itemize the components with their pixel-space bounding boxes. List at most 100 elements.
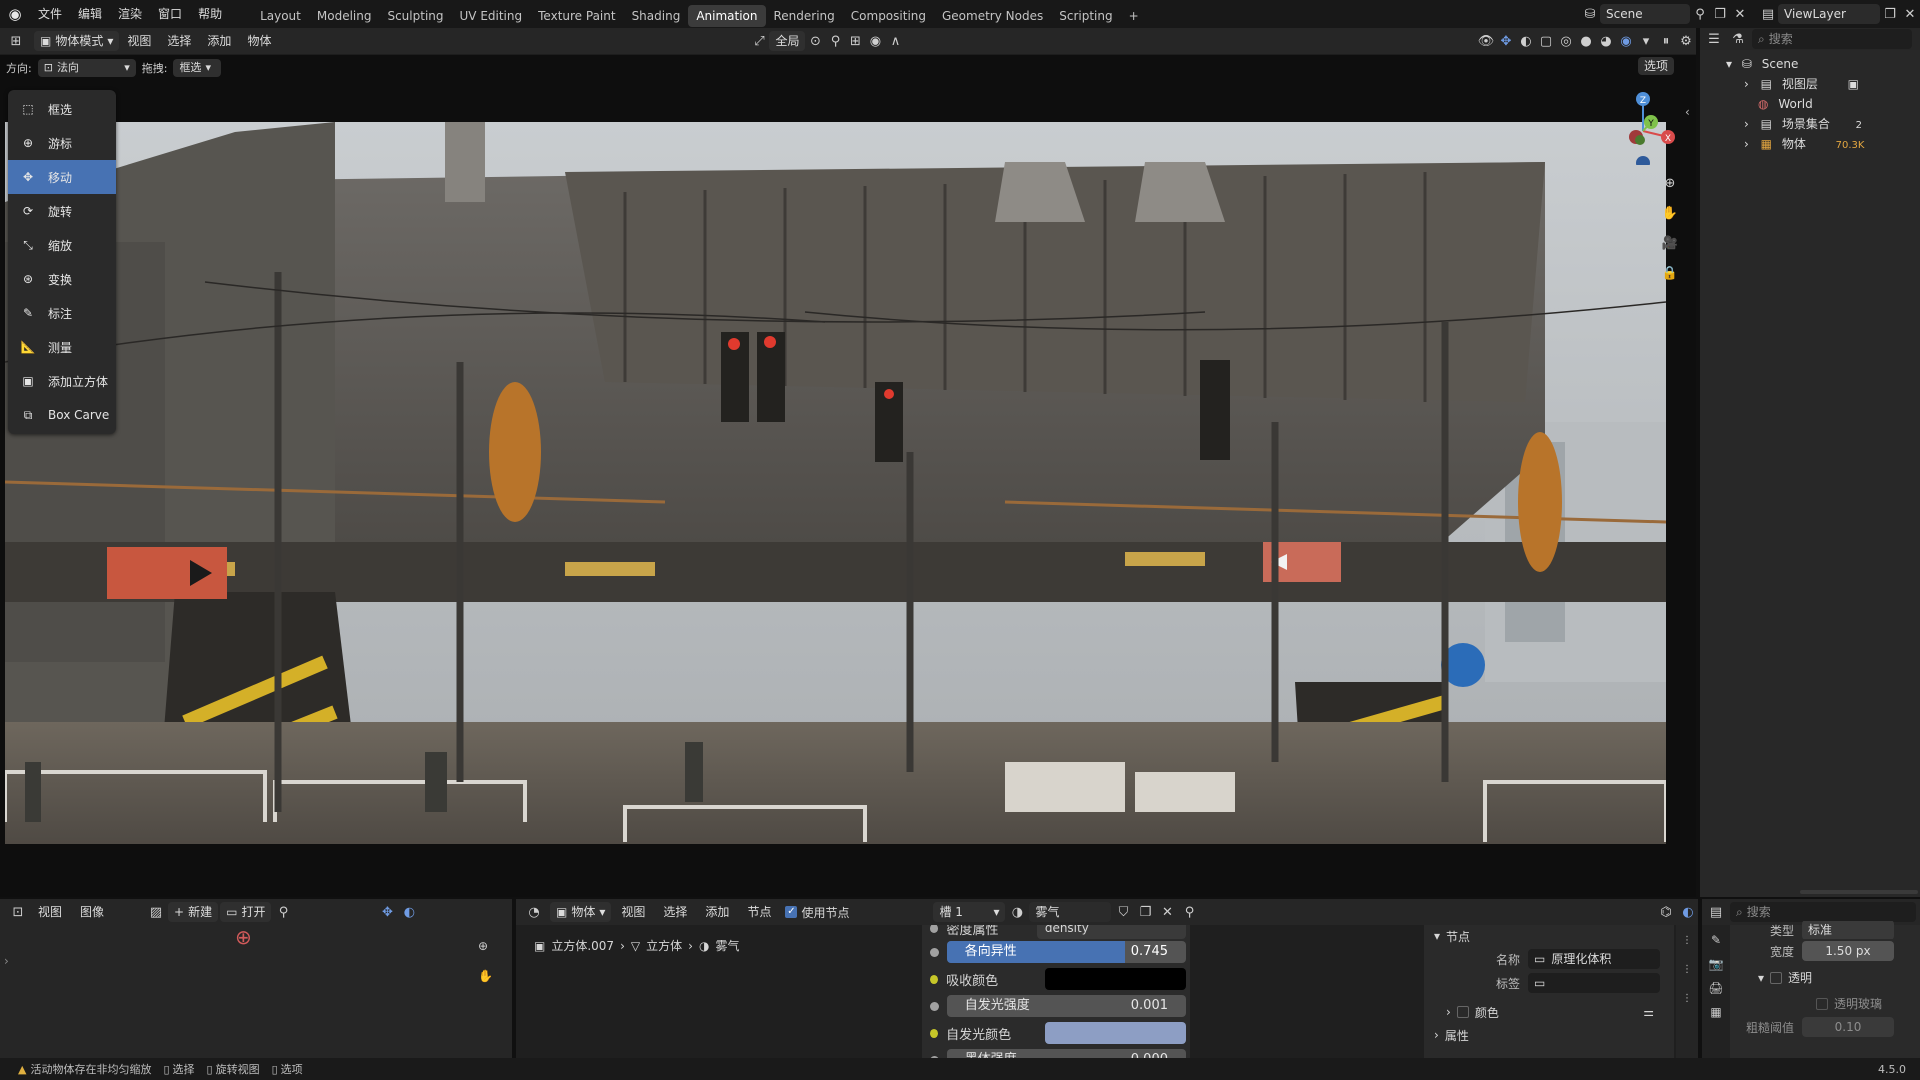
- material-name-field[interactable]: 雾气: [1029, 902, 1112, 922]
- breadcrumb-material[interactable]: 雾气: [715, 937, 739, 954]
- transparent-section-header[interactable]: ▾ 透明: [1758, 969, 1812, 986]
- properties-editor-icon[interactable]: ▤: [1706, 902, 1726, 922]
- roughness-threshold-field[interactable]: 0.10: [1802, 1017, 1894, 1037]
- add-workspace-button[interactable]: +: [1121, 5, 1147, 27]
- snap-icon[interactable]: ⌬: [1656, 902, 1676, 922]
- tab-geometry-nodes[interactable]: Geometry Nodes: [934, 5, 1051, 27]
- emission-color-swatch[interactable]: [1045, 1022, 1186, 1044]
- navigation-gizmo[interactable]: Z Y X: [1600, 85, 1680, 170]
- viewport-menu-object[interactable]: 物体: [239, 27, 279, 55]
- socket-icon[interactable]: [930, 1028, 939, 1038]
- menu-window[interactable]: 窗口: [150, 0, 190, 28]
- gizmo-toggle-icon[interactable]: ✥: [1496, 31, 1516, 51]
- shading-rendered-icon[interactable]: ◉: [1616, 31, 1636, 51]
- outliner-search[interactable]: ⌕ 搜索: [1752, 29, 1912, 49]
- node-menu-view[interactable]: 视图: [613, 898, 653, 926]
- viewport-menu-select[interactable]: 选择: [159, 27, 199, 55]
- shading-options-icon[interactable]: ▾: [1636, 31, 1656, 51]
- tab-node-icon[interactable]: ⋮: [1682, 935, 1692, 946]
- overlay-toggle-icon[interactable]: ◐: [1678, 902, 1698, 922]
- display-mode-icon[interactable]: ⚗: [1728, 29, 1748, 49]
- node-label-field[interactable]: ▭: [1528, 973, 1660, 993]
- pan-hand-icon[interactable]: ✋: [478, 969, 493, 983]
- socket-icon[interactable]: [930, 925, 939, 933]
- image-menu-view[interactable]: 视图: [30, 898, 70, 926]
- socket-icon[interactable]: [930, 974, 939, 984]
- tab-layout[interactable]: Layout: [252, 5, 309, 27]
- material-browse-icon[interactable]: ◑: [1007, 902, 1027, 922]
- zoom-icon[interactable]: ⊕: [478, 939, 488, 953]
- emission-strength-slider[interactable]: 自发光强度 0.001: [946, 995, 1186, 1017]
- pivot-point-icon[interactable]: ⊙: [805, 31, 825, 51]
- snap-target-icon[interactable]: ⊞: [845, 31, 865, 51]
- new-view-layer-icon[interactable]: ❐: [1880, 4, 1900, 24]
- scene-name-field[interactable]: Scene: [1600, 4, 1690, 24]
- proportional-edit-icon[interactable]: ◉: [865, 31, 885, 51]
- collapse-sidebar-icon[interactable]: ‹: [1685, 105, 1690, 119]
- anisotropy-slider[interactable]: 各向异性 0.745: [946, 941, 1186, 963]
- checkbox[interactable]: [1456, 1006, 1469, 1018]
- shading-wireframe-icon[interactable]: ◎: [1556, 31, 1576, 51]
- view-layer-icon[interactable]: ▤: [1758, 4, 1778, 24]
- outliner-row-scene[interactable]: ▾ ⛁ Scene: [1726, 54, 1798, 74]
- material-slot-dropdown[interactable]: 槽 1 ▾: [933, 902, 1006, 922]
- node-editor-type-icon[interactable]: ◔: [524, 902, 544, 922]
- principled-volume-node[interactable]: 密度属性 density 各向异性 0.745 吸收颜色 自发光强度 0.001: [922, 925, 1190, 1058]
- camera-icon[interactable]: 🎥: [1660, 233, 1680, 253]
- node-menu-select[interactable]: 选择: [655, 898, 695, 926]
- pin-icon[interactable]: ⚲: [273, 902, 293, 922]
- color-section-header[interactable]: › 颜色 ⚌: [1424, 999, 1674, 1025]
- delete-scene-icon[interactable]: ✕: [1730, 4, 1750, 24]
- shading-material-icon[interactable]: ◕: [1596, 31, 1616, 51]
- socket-icon[interactable]: [930, 947, 939, 957]
- tab-compositing[interactable]: Compositing: [843, 5, 934, 27]
- menu-render[interactable]: 渲染: [110, 0, 150, 28]
- drag-dropdown[interactable]: 框选 ▾: [173, 59, 222, 77]
- outliner-row-view-layer[interactable]: › ▤ 视图层 ▣: [1744, 74, 1859, 94]
- menu-file[interactable]: 文件: [30, 0, 70, 28]
- outliner-editor-icon[interactable]: ☰: [1704, 29, 1724, 49]
- delete-view-layer-icon[interactable]: ✕: [1900, 4, 1920, 24]
- toolbar-expand-icon[interactable]: ›: [4, 954, 9, 968]
- tab-rendering[interactable]: Rendering: [766, 5, 843, 27]
- lock-icon[interactable]: 🔒: [1660, 263, 1680, 283]
- breadcrumb-object[interactable]: 立方体.007: [551, 937, 614, 954]
- image-browse-icon[interactable]: ▨: [146, 902, 166, 922]
- node-name-field[interactable]: ▭ 原理化体积: [1528, 949, 1660, 969]
- tab-sculpting[interactable]: Sculpting: [379, 5, 451, 27]
- presets-icon[interactable]: ⚌: [1643, 1005, 1654, 1019]
- viewport-menu-add[interactable]: 添加: [199, 27, 239, 55]
- properties-section-header[interactable]: › 属性: [1424, 1025, 1674, 1045]
- view-layer-field[interactable]: ViewLayer: [1778, 4, 1880, 24]
- falloff-icon[interactable]: ∧: [885, 31, 905, 51]
- tool-box-carve[interactable]: ⧉ Box Carve: [8, 398, 116, 432]
- node-section-header[interactable]: ▾ 节点: [1424, 925, 1674, 947]
- tool-rotate[interactable]: ⟳ 旋转: [8, 194, 116, 228]
- editor-type-icon[interactable]: ⊞: [6, 31, 26, 51]
- node-menu-add[interactable]: 添加: [697, 898, 737, 926]
- tab-animation[interactable]: Animation: [688, 4, 766, 27]
- blender-logo-icon[interactable]: ◉: [0, 0, 30, 28]
- open-image-button[interactable]: ▭ 打开: [220, 902, 272, 922]
- tool-move[interactable]: ✥ 移动: [8, 160, 116, 194]
- socket-icon[interactable]: [930, 1001, 939, 1011]
- width-field[interactable]: 1.50 px: [1802, 941, 1894, 961]
- tab-modeling[interactable]: Modeling: [309, 5, 380, 27]
- unlink-material-icon[interactable]: ✕: [1157, 902, 1177, 922]
- options-dropdown[interactable]: 选项: [1638, 57, 1675, 75]
- tab-view-icon[interactable]: ⋮: [1682, 993, 1692, 1004]
- viewport-menu-view[interactable]: 视图: [119, 27, 159, 55]
- tool-tab-icon[interactable]: ✎: [1711, 933, 1721, 947]
- density-attribute-dropdown[interactable]: density: [1036, 925, 1186, 939]
- output-tab-icon[interactable]: 🖨: [1708, 981, 1723, 995]
- zoom-icon[interactable]: ⊕: [1660, 173, 1680, 193]
- absorption-color-swatch[interactable]: [1045, 968, 1186, 990]
- outliner-scrollbar[interactable]: [1800, 890, 1918, 894]
- 2d-cursor-icon[interactable]: ⊕: [235, 925, 252, 949]
- mode-dropdown[interactable]: ▣ 物体模式 ▾: [34, 31, 120, 51]
- snap-icon[interactable]: ⚲: [825, 31, 845, 51]
- breadcrumb-mesh[interactable]: 立方体: [646, 937, 682, 954]
- view-layer-tab-icon[interactable]: ▦: [1710, 1005, 1721, 1019]
- blackbody-intensity-slider[interactable]: 黑体强度 0.000: [946, 1049, 1186, 1058]
- tool-select-box[interactable]: ⬚ 框选: [8, 92, 116, 126]
